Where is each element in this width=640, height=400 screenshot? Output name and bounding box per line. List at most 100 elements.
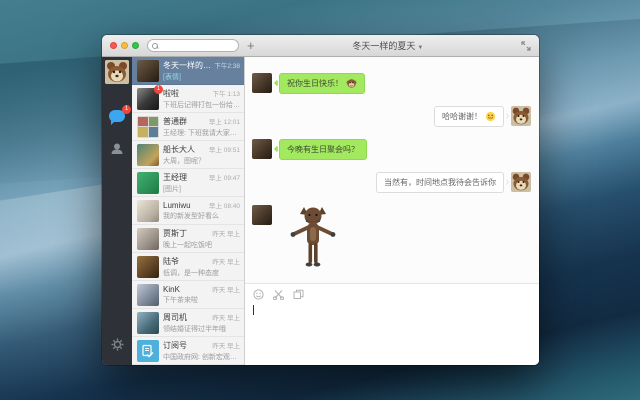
- contact-avatar[interactable]: [252, 73, 272, 93]
- chat-name: 订阅号: [163, 340, 187, 350]
- user-avatar[interactable]: [105, 60, 129, 84]
- message-text: 祝你生日快乐！: [287, 79, 343, 88]
- avatar: [137, 59, 159, 82]
- chat-preview: 晚上一起吃饭吧: [163, 241, 212, 249]
- conversation-title-text: 冬天一样的夏天: [352, 41, 416, 51]
- chat-time: 早上 12:01: [208, 118, 240, 126]
- message-text: 当然有，时间地点我待会告诉你: [384, 178, 496, 187]
- chat-preview: 下午茶来啦: [163, 297, 198, 304]
- chevron-down-icon: ▼: [417, 45, 424, 51]
- unread-badge: 1: [122, 105, 131, 114]
- chat-list-item[interactable]: KinK 昨天 早上 下午茶来啦: [132, 281, 244, 309]
- message-history: 祝你生日快乐！ 哈哈谢谢！ 今晚有生日聚会吗？ 当然有，时间地点我待会告诉你: [245, 57, 539, 283]
- chat-name: 贾斯丁: [163, 228, 187, 238]
- message-input-area[interactable]: [245, 283, 539, 365]
- chat-list-item[interactable]: 普通群 早上 12:01 王经理: 下班我请大家吃饭: [132, 113, 244, 141]
- chat-time: 昨天 早上: [212, 230, 240, 238]
- avatar: [137, 227, 159, 250]
- subscription-icon: [142, 344, 154, 357]
- fullscreen-icon[interactable]: [521, 40, 531, 51]
- grin-emoji-icon: [485, 111, 496, 122]
- message-bubble: 今晚有生日聚会吗？: [279, 139, 367, 160]
- chat-list-item[interactable]: 贾斯丁 昨天 早上 晚上一起吃饭吧: [132, 225, 244, 253]
- chat-name: 周司机: [163, 312, 187, 322]
- search-box[interactable]: [147, 39, 239, 52]
- gear-icon: [111, 338, 123, 351]
- chat-preview: [图片]: [163, 185, 181, 193]
- chat-name: 普通群: [163, 116, 187, 126]
- contact-avatar[interactable]: [252, 205, 272, 225]
- chat-list-item[interactable]: 周司机 昨天 早上 领结婚证得过半年哦: [132, 309, 244, 337]
- message-incoming-sticker: [252, 205, 531, 269]
- chat-preview: 中国政府网: 创新宏观调控: 中…: [163, 353, 240, 361]
- nav-contacts[interactable]: [110, 142, 124, 160]
- conversation-title[interactable]: 冬天一样的夏天 ▼: [255, 39, 521, 52]
- chat-preview: [表情]: [163, 73, 181, 81]
- search-icon: [152, 42, 158, 49]
- chat-name: KinK: [163, 285, 180, 294]
- chat-name: 陆爷: [163, 256, 179, 266]
- chat-list-item[interactable]: Lumiwu 早上 08:40 我的新发型好看么: [132, 197, 244, 225]
- chat-name: 冬天一样的夏天: [163, 60, 211, 70]
- chat-preview: 王经理: 下班我请大家吃饭: [163, 129, 240, 137]
- chat-time: 昨天 早上: [212, 314, 240, 322]
- message-bubble: 哈哈谢谢！: [434, 106, 504, 127]
- chat-list: 冬天一样的夏天 下午2:38 [表情] 1 啦啦 下午 1:13 下班后记得打包…: [132, 57, 245, 365]
- chat-list-item[interactable]: 冬天一样的夏天 下午2:38 [表情]: [132, 57, 244, 85]
- message-incoming: 今晚有生日聚会吗？: [252, 139, 531, 160]
- nav-rail: 1: [102, 57, 132, 365]
- chat-time: 下午 1:13: [212, 90, 240, 98]
- message-bubble: 当然有，时间地点我待会告诉你: [376, 172, 504, 193]
- chat-preview: 我的新发型好看么: [163, 213, 219, 220]
- chat-time: 昨天 早上: [212, 287, 240, 294]
- subscriptions-avatar: [137, 339, 159, 362]
- nav-settings[interactable]: [111, 338, 124, 356]
- message-text: 今晚有生日聚会吗？: [287, 145, 359, 154]
- chat-list-item[interactable]: 王经理 早上 09:47 [图片]: [132, 169, 244, 197]
- chat-preview: 低调，是一种态度: [163, 269, 219, 277]
- zoom-button[interactable]: [132, 42, 139, 49]
- chat-list-item[interactable]: 陆爷 昨天 早上 低调，是一种态度: [132, 253, 244, 281]
- message-bubble: 祝你生日快乐！: [279, 73, 365, 94]
- self-avatar[interactable]: [511, 172, 531, 192]
- chat-name: Lumiwu: [163, 201, 191, 210]
- avatar: [137, 283, 159, 306]
- chat-time: 昨天 早上: [212, 258, 240, 266]
- chat-list-item[interactable]: 1 啦啦 下午 1:13 下班后记得打包一份给我呢: [132, 84, 244, 113]
- add-button[interactable]: +: [247, 39, 255, 52]
- close-button[interactable]: [110, 42, 117, 49]
- message-outgoing: 当然有，时间地点我待会告诉你: [252, 172, 531, 193]
- avatar: 1: [137, 84, 163, 110]
- chat-list-item[interactable]: 船长大人 早上 09:51 大周，图呢？: [132, 141, 244, 169]
- chat-preview: 大周，图呢？: [163, 157, 205, 165]
- search-input[interactable]: [158, 40, 228, 51]
- chat-time: 早上 09:51: [208, 146, 240, 154]
- emoji-picker-icon[interactable]: [253, 289, 264, 300]
- group-avatar: [137, 115, 159, 138]
- wechat-window: + 冬天一样的夏天 ▼ 1 冬天一样的夏 下午2:38 [表情] 1 啦啦 下午…: [102, 35, 539, 365]
- nav-chats[interactable]: 1: [109, 105, 131, 125]
- traffic-lights: [110, 42, 139, 49]
- monkey-emoji-icon: [346, 79, 357, 88]
- unread-badge: 1: [154, 84, 163, 94]
- avatar: [137, 311, 159, 334]
- chat-time: 早上 08:40: [208, 203, 240, 210]
- avatar: [137, 255, 159, 278]
- message-incoming: 祝你生日快乐！: [252, 73, 531, 94]
- avatar: [137, 199, 159, 222]
- chat-preview: 领结婚证得过半年哦: [163, 325, 226, 333]
- contacts-icon: [111, 143, 123, 154]
- chat-time: 昨天 早上: [212, 342, 240, 350]
- self-avatar[interactable]: [511, 106, 531, 126]
- screenshot-scissors-icon[interactable]: [273, 289, 284, 300]
- message-outgoing: 哈哈谢谢！: [252, 106, 531, 127]
- minimize-button[interactable]: [121, 42, 128, 49]
- chat-name: 啦啦: [163, 88, 179, 98]
- send-file-icon[interactable]: [293, 289, 304, 300]
- titlebar: + 冬天一样的夏天 ▼: [102, 35, 539, 57]
- avatar: [137, 143, 159, 166]
- chat-list-item-subscriptions[interactable]: 订阅号 昨天 早上 中国政府网: 创新宏观调控: 中…: [132, 337, 244, 365]
- dancing-animal-sticker[interactable]: [287, 203, 339, 269]
- contact-avatar[interactable]: [252, 139, 272, 159]
- text-cursor: [253, 305, 254, 315]
